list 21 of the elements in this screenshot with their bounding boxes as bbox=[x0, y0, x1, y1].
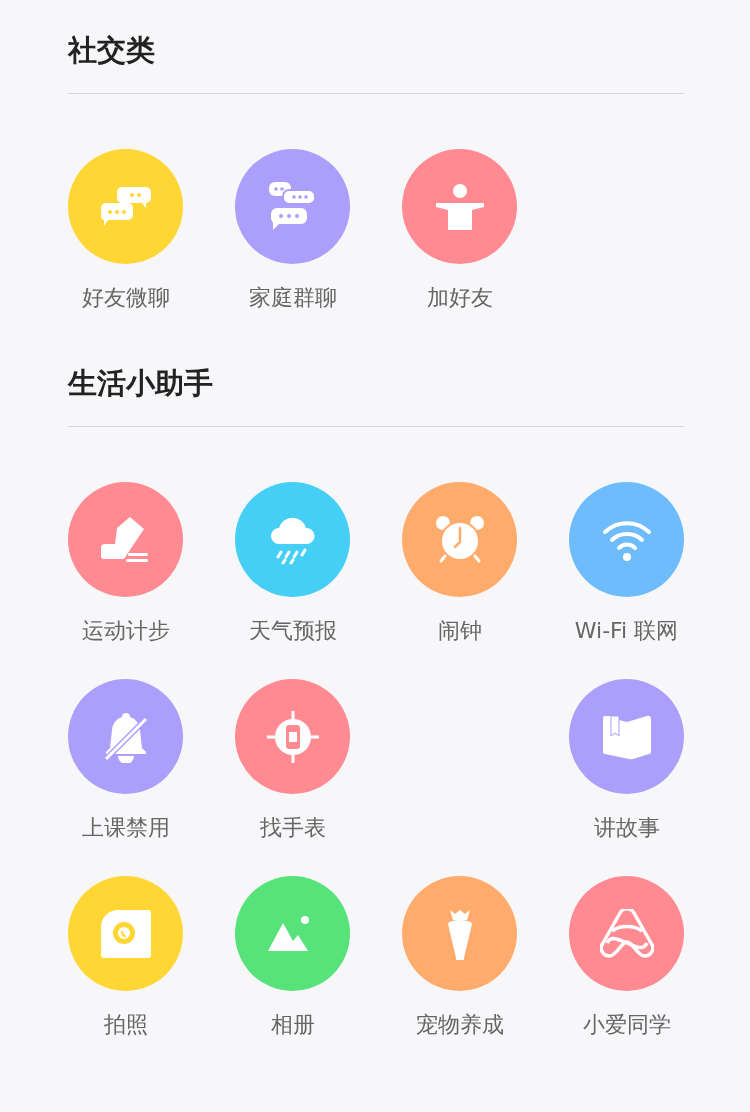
app-label: 上课禁用 bbox=[81, 816, 170, 840]
locate-watch-icon bbox=[265, 709, 320, 764]
assistant-logo-icon bbox=[599, 908, 654, 959]
app-label: 找手表 bbox=[259, 816, 326, 840]
app-label: 家庭群聊 bbox=[248, 286, 337, 310]
person-icon bbox=[433, 182, 486, 231]
camera-icon bbox=[99, 907, 152, 960]
app-label: 宠物养成 bbox=[415, 1013, 504, 1037]
app-label: 加好友 bbox=[426, 286, 493, 310]
section-title: 社交类 bbox=[68, 32, 156, 68]
app-label: 讲故事 bbox=[593, 816, 660, 840]
app-label: 运动计步 bbox=[81, 619, 170, 643]
app-label: 闹钟 bbox=[437, 619, 482, 643]
app-label: 好友微聊 bbox=[81, 286, 170, 310]
section-title: 生活小助手 bbox=[68, 365, 214, 401]
app-label: 相册 bbox=[270, 1013, 315, 1037]
app-label: Wi-Fi 联网 bbox=[574, 619, 679, 643]
app-label: 天气预报 bbox=[248, 619, 337, 643]
app-label: 小爱同学 bbox=[582, 1013, 671, 1037]
app-label: 拍照 bbox=[103, 1013, 148, 1037]
book-icon bbox=[600, 713, 653, 760]
